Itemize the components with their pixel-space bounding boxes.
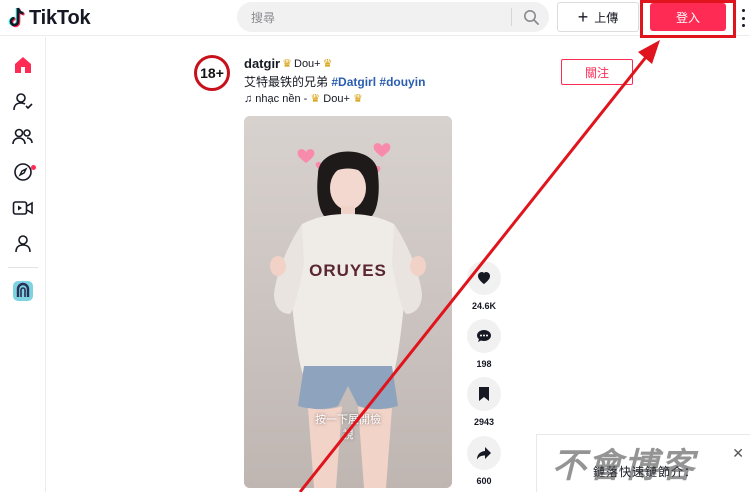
- follow-label: 關注: [584, 65, 609, 80]
- video-hint[interactable]: 按一下展開檢 視: [244, 413, 452, 443]
- video-player[interactable]: ORUYES 按一下展開檢 視: [244, 116, 452, 488]
- explore-notification-dot: [31, 165, 36, 170]
- share-action[interactable]: 600: [467, 436, 501, 486]
- heart-icon: [478, 272, 490, 284]
- login-button[interactable]: 登入: [650, 3, 726, 31]
- app-icon[interactable]: [11, 279, 35, 303]
- explore-icon[interactable]: [11, 160, 35, 184]
- comment-icon: [477, 330, 491, 342]
- crown-icon: ♛: [282, 58, 292, 70]
- sidebar: [0, 37, 46, 492]
- top-bar: TikTok 搜尋 + 上傳 登入: [0, 0, 750, 38]
- search-bar[interactable]: 搜尋: [237, 2, 549, 32]
- share-count: 600: [476, 476, 492, 486]
- plus-icon: +: [577, 7, 589, 27]
- crown-icon: ♛: [322, 58, 333, 70]
- video-hint-line: 視: [342, 429, 354, 441]
- watermark: 不會博客: [552, 446, 696, 486]
- search-divider: [511, 8, 512, 26]
- friends-icon[interactable]: [11, 125, 35, 149]
- crown-icon: ♛: [352, 93, 363, 105]
- profile-icon[interactable]: [11, 232, 35, 256]
- author-name[interactable]: datgir: [244, 56, 280, 71]
- comment-button[interactable]: [467, 319, 501, 353]
- save-count: 2943: [473, 417, 495, 427]
- search-button[interactable]: [519, 7, 543, 27]
- bookmark-icon: [479, 387, 489, 401]
- follow-button[interactable]: 關注: [561, 59, 633, 85]
- crown-icon: ♛: [310, 93, 321, 105]
- tiktok-logo[interactable]: TikTok: [8, 6, 91, 30]
- share-icon: [477, 447, 491, 460]
- sidebar-divider: [8, 267, 38, 268]
- post-caption: 艾特最铁的兄弟 #Datgirl #douyin: [244, 73, 425, 90]
- save-action[interactable]: 2943: [467, 377, 501, 427]
- save-button[interactable]: [467, 377, 501, 411]
- author-line: datgir ♛ Dou+ ♛: [244, 56, 334, 71]
- search-input[interactable]: 搜尋: [251, 9, 275, 26]
- hashtag-link[interactable]: #Datgirl: [331, 75, 376, 89]
- music-text: ♫ nhạc nền -: [244, 93, 308, 105]
- hashtag-link[interactable]: #douyin: [379, 75, 425, 89]
- like-action[interactable]: 24.6K: [467, 261, 501, 311]
- author-sub: Dou+: [294, 57, 321, 70]
- like-count: 24.6K: [471, 301, 497, 311]
- login-label: 登入: [675, 10, 700, 25]
- age-restriction-badge: 18+: [194, 55, 230, 91]
- tiktok-logo-icon: [8, 7, 26, 29]
- more-options-icon[interactable]: [740, 9, 746, 27]
- close-icon[interactable]: ✕: [732, 445, 744, 462]
- music-line[interactable]: ♫ nhạc nền - ♛ Dou+ ♛: [244, 92, 363, 105]
- share-button[interactable]: [467, 436, 501, 470]
- home-icon[interactable]: [11, 53, 35, 77]
- music-sub: Dou+: [323, 93, 350, 105]
- following-icon[interactable]: [11, 90, 35, 114]
- svg-text:ORUYES: ORUYES: [309, 261, 387, 280]
- like-button[interactable]: [467, 261, 501, 295]
- comment-action[interactable]: 198: [467, 319, 501, 369]
- caption-text: 艾特最铁的兄弟: [244, 75, 329, 89]
- logo-text: TikTok: [29, 6, 91, 29]
- comment-count: 198: [476, 359, 492, 369]
- search-icon: [524, 10, 539, 25]
- upload-button[interactable]: + 上傳: [557, 2, 639, 32]
- upload-label: 上傳: [594, 10, 619, 25]
- video-hint-line: 按一下展開檢: [315, 414, 381, 426]
- live-icon[interactable]: [11, 196, 35, 220]
